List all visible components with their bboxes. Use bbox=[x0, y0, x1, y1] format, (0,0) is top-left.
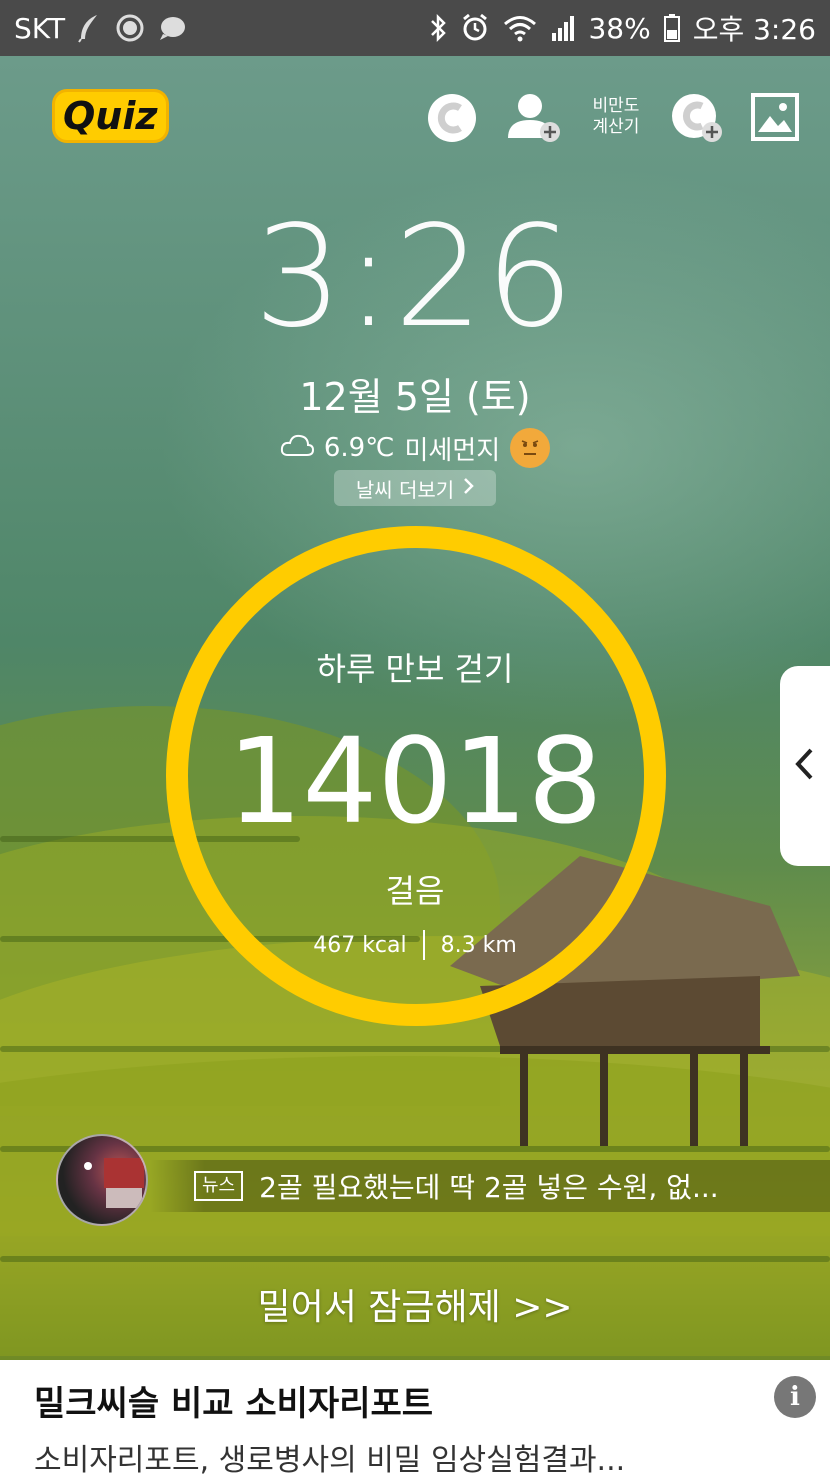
side-panel-handle[interactable] bbox=[780, 666, 830, 866]
steps-stats: 467 kcal 8.3 km bbox=[0, 930, 830, 960]
steps-kcal: 467 kcal bbox=[313, 932, 407, 958]
news-tag: 뉴스 bbox=[194, 1171, 244, 1201]
terrace-line bbox=[0, 1256, 830, 1262]
stats-divider bbox=[422, 930, 425, 960]
weather-summary: 6.9℃ 미세먼지 bbox=[0, 428, 830, 468]
chat-bubble-icon bbox=[157, 14, 187, 42]
news-ticker[interactable]: 뉴스 2골 필요했는데 딱 2골 넣은 수원, 없... bbox=[150, 1160, 830, 1212]
alarm-icon bbox=[460, 13, 490, 43]
steps-distance: 8.3 km bbox=[440, 932, 517, 958]
image-icon[interactable] bbox=[750, 92, 806, 148]
add-user-icon[interactable] bbox=[506, 90, 562, 146]
diet-calculator-button[interactable]: 비만도 계산기 bbox=[586, 96, 646, 138]
carrier-label: SKT bbox=[14, 11, 66, 45]
cashslide-coin-icon[interactable] bbox=[424, 90, 480, 146]
battery-icon bbox=[663, 13, 681, 43]
status-bar: SKT 38% 오후 3:26 bbox=[0, 0, 830, 56]
feather-icon bbox=[77, 13, 103, 43]
status-time: 오후 3:26 bbox=[692, 13, 816, 46]
steps-title: 하루 만보 걷기 bbox=[316, 650, 514, 688]
wifi-icon bbox=[502, 13, 538, 43]
weather-temp: 6.9℃ bbox=[323, 433, 395, 463]
info-icon[interactable]: i bbox=[774, 1376, 816, 1418]
steps-unit: 걸음 bbox=[385, 872, 445, 910]
ad-title: 밀크씨슬 비교 소비자리포트 bbox=[34, 1384, 434, 1424]
steps-count: 14018 bbox=[227, 712, 603, 850]
circle-icon bbox=[115, 13, 145, 43]
quiz-button[interactable]: Quiz bbox=[55, 92, 166, 140]
clock-date: 12월 5일 (토) bbox=[299, 375, 531, 419]
cloud-icon bbox=[280, 433, 314, 464]
frown-face-icon bbox=[510, 428, 551, 468]
coin-plus-icon[interactable] bbox=[668, 90, 724, 146]
chevron-right-icon bbox=[462, 476, 474, 500]
news-thumbnail[interactable] bbox=[56, 1134, 148, 1226]
battery-percent: 38% bbox=[588, 11, 651, 45]
signal-icon bbox=[550, 13, 576, 43]
ad-description: 소비자리포트, 생로병사의 비밀 임상실험결과... bbox=[34, 1443, 626, 1476]
clock-time: 3:26 bbox=[253, 196, 577, 359]
more-weather-label: 날씨 더보기 bbox=[355, 477, 455, 502]
more-weather-button[interactable]: 날씨 더보기 bbox=[334, 470, 496, 506]
chevron-left-icon bbox=[792, 744, 816, 788]
ad-banner[interactable]: 밀크씨슬 비교 소비자리포트 소비자리포트, 생로병사의 비밀 임상실험결과..… bbox=[0, 1360, 830, 1476]
news-headline: 2골 필요했는데 딱 2골 넣은 수원, 없... bbox=[259, 1171, 719, 1204]
bluetooth-icon bbox=[428, 13, 448, 43]
slide-to-unlock[interactable]: 밀어서 잠금해제 >> bbox=[0, 1278, 830, 1330]
dust-label: 미세먼지 bbox=[404, 435, 501, 466]
